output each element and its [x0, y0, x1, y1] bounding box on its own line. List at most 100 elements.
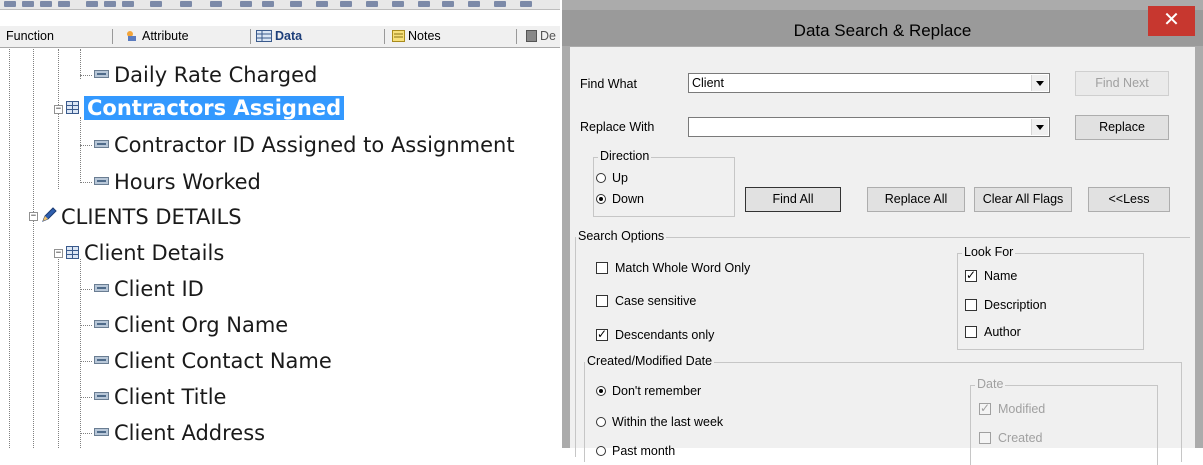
- search-replace-dialog: Data Search & Replace ✕ Find What Client…: [562, 0, 1203, 465]
- attribute-icon: [126, 28, 139, 41]
- collapse-toggle-icon[interactable]: −: [54, 105, 63, 114]
- tree-item[interactable]: Daily Rate Charged: [94, 60, 317, 90]
- attribute-leaf-icon: [94, 392, 109, 400]
- tab-attribute[interactable]: Attribute: [126, 26, 251, 47]
- tree-connector: [80, 361, 92, 362]
- past-month-radio[interactable]: Past month: [596, 444, 675, 458]
- clear-all-flags-button[interactable]: Clear All Flags: [974, 187, 1072, 212]
- look-for-name-label: Name: [984, 269, 1018, 283]
- tree-item-label: CLIENTS DETAILS: [61, 205, 242, 229]
- tree-guide: [80, 117, 81, 183]
- replace-all-button[interactable]: Replace All: [867, 187, 965, 212]
- past-month-label: Past month: [612, 444, 676, 458]
- case-sensitive-label: Case sensitive: [615, 294, 697, 308]
- tree-connector: [80, 182, 92, 183]
- attribute-leaf-icon: [94, 177, 109, 185]
- find-what-label: Find What: [580, 77, 637, 91]
- tree-item[interactable]: Client ID: [94, 274, 204, 304]
- find-next-button[interactable]: Find Next: [1075, 71, 1169, 96]
- dialog-title: Data Search & Replace: [793, 21, 972, 40]
- checkbox-icon: [965, 326, 977, 338]
- look-for-author-checkbox[interactable]: Author: [965, 325, 1021, 339]
- tree-item-label: Hours Worked: [114, 170, 261, 194]
- tab-description[interactable]: De: [526, 26, 560, 47]
- tree-item[interactable]: Client Org Name: [94, 310, 288, 340]
- tab-notes[interactable]: Notes: [392, 26, 518, 47]
- tree-item[interactable]: Client Details: [66, 238, 224, 268]
- created-checkbox[interactable]: Created: [979, 431, 1042, 445]
- checkbox-icon: [596, 262, 608, 274]
- attribute-leaf-icon: [94, 70, 109, 78]
- notes-icon: [392, 28, 405, 42]
- tree-item-label: Contractors Assigned: [84, 96, 345, 120]
- tree-item[interactable]: Client Title: [94, 382, 226, 412]
- modified-label: Modified: [998, 402, 1046, 416]
- within-last-week-label: Within the last week: [612, 415, 724, 429]
- checkbox-icon: [596, 295, 608, 307]
- chevron-down-icon[interactable]: [1031, 75, 1048, 91]
- entity-table-icon: [66, 245, 79, 259]
- checkbox-checked-icon: [596, 327, 608, 341]
- created-label: Created: [998, 431, 1043, 445]
- tree-item[interactable]: Contractor ID Assigned to Assignment: [94, 130, 515, 160]
- pencil-icon: [41, 201, 57, 231]
- tab-function[interactable]: Function: [6, 26, 113, 47]
- collapse-toggle-icon[interactable]: −: [54, 249, 63, 258]
- look-for-name-checkbox[interactable]: Name: [965, 268, 1018, 283]
- find-what-combo[interactable]: Client: [688, 73, 1050, 93]
- tree-item[interactable]: Client Contact Name: [94, 346, 332, 376]
- radio-selected-icon: [596, 386, 606, 396]
- match-whole-word-checkbox[interactable]: Match Whole Word Only: [596, 261, 750, 275]
- less-button[interactable]: <<Less: [1088, 187, 1170, 212]
- direction-group: Direction: [593, 149, 735, 217]
- checkbox-icon: [979, 432, 991, 444]
- within-last-week-radio[interactable]: Within the last week: [596, 415, 723, 429]
- tree-connector: [80, 75, 92, 76]
- attribute-leaf-icon: [94, 356, 109, 364]
- dialog-body: Find What Client Find Next Replace With …: [570, 47, 1195, 465]
- tree-item[interactable]: Client Address: [94, 418, 265, 448]
- radio-selected-icon: [596, 194, 606, 204]
- look-for-description-checkbox[interactable]: Description: [965, 298, 1047, 312]
- close-icon: ✕: [1163, 9, 1180, 31]
- tab-attribute-label: Attribute: [142, 29, 189, 43]
- tab-data-label: Data: [275, 29, 303, 43]
- look-for-caption: Look For: [962, 245, 1016, 259]
- tree-item-label: Daily Rate Charged: [114, 63, 318, 87]
- look-for-author-label: Author: [984, 325, 1021, 339]
- tree-item-label: Contractor ID Assigned to Assignment: [114, 133, 515, 157]
- tree-item-selected[interactable]: Contractors Assigned: [66, 93, 345, 123]
- replace-with-combo[interactable]: [688, 117, 1050, 137]
- document-icon: [526, 28, 537, 42]
- tree-item-label: Client Address: [114, 421, 266, 445]
- case-sensitive-checkbox[interactable]: Case sensitive: [596, 294, 696, 308]
- radio-icon: [596, 173, 606, 183]
- find-all-button[interactable]: Find All: [745, 187, 841, 212]
- direction-down-radio[interactable]: Down: [596, 192, 644, 206]
- match-whole-word-label: Match Whole Word Only: [615, 261, 751, 275]
- descendants-only-checkbox[interactable]: Descendants only: [596, 327, 714, 342]
- find-what-value: Client: [692, 76, 724, 90]
- tab-data[interactable]: Data: [256, 26, 386, 47]
- chevron-down-icon[interactable]: [1031, 119, 1048, 135]
- entity-table-icon: [66, 100, 79, 114]
- modified-checkbox[interactable]: Modified: [979, 401, 1046, 416]
- tree-connector: [80, 145, 92, 146]
- direction-caption: Direction: [598, 149, 652, 163]
- attribute-leaf-icon: [94, 140, 109, 148]
- replace-with-label: Replace With: [580, 120, 655, 134]
- data-tree: Daily Rate Charged − Contractors Assigne…: [0, 49, 560, 448]
- close-button[interactable]: ✕: [1148, 6, 1195, 36]
- direction-up-label: Up: [612, 171, 628, 185]
- replace-button[interactable]: Replace: [1075, 115, 1169, 140]
- direction-up-radio[interactable]: Up: [596, 171, 628, 185]
- tree-guide: [58, 249, 59, 448]
- tree-item[interactable]: Hours Worked: [94, 167, 261, 197]
- toolbar: [0, 0, 560, 10]
- tree-item[interactable]: CLIENTS DETAILS: [41, 202, 242, 232]
- tab-notes-label: Notes: [408, 29, 441, 43]
- dont-remember-radio[interactable]: Don't remember: [596, 384, 701, 398]
- collapse-toggle-icon[interactable]: −: [29, 212, 38, 221]
- tree-item-label: Client Details: [84, 241, 225, 265]
- tree-guide: [33, 49, 34, 448]
